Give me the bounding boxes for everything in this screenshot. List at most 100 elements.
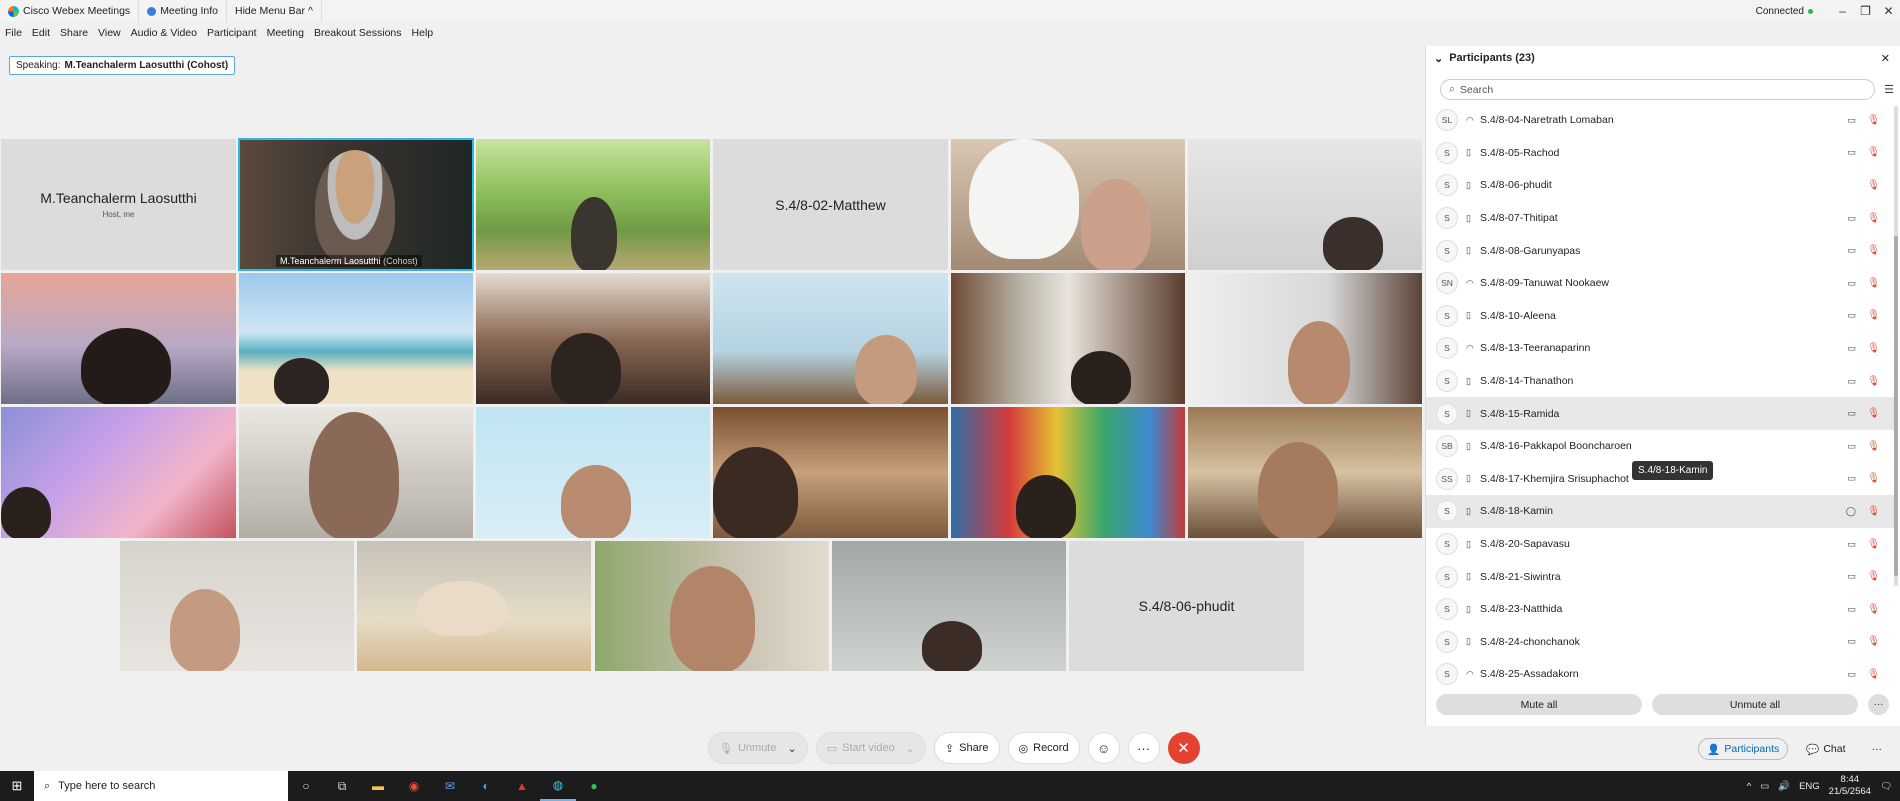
- start-video-button[interactable]: ▭ Start video ⌄: [815, 732, 926, 764]
- menu-edit[interactable]: Edit: [27, 27, 55, 39]
- tab-chat[interactable]: 💬 Chat: [1798, 738, 1853, 760]
- menu-help[interactable]: Help: [407, 27, 439, 39]
- chevron-up-icon[interactable]: ^: [1747, 781, 1751, 792]
- reactions-button[interactable]: ☺: [1087, 732, 1120, 764]
- video-tile[interactable]: [238, 272, 474, 405]
- video-tile[interactable]: [950, 406, 1186, 539]
- video-tile[interactable]: [712, 272, 949, 405]
- microphone-muted-icon[interactable]: 🎙: [1867, 539, 1880, 550]
- video-tile[interactable]: [238, 406, 474, 539]
- microphone-muted-icon[interactable]: 🎙: [1867, 115, 1880, 126]
- chevron-down-icon[interactable]: ⌄: [906, 742, 915, 755]
- participant-row[interactable]: SB ▯ S.4/8-16-Pakkapol Booncharoen ▭ 🎙: [1426, 430, 1894, 463]
- participants-header[interactable]: ⌄ Participants (23): [1426, 46, 1900, 70]
- video-camera-icon[interactable]: ▭: [1847, 408, 1856, 419]
- clock[interactable]: 8:44 21/5/2564: [1829, 774, 1871, 798]
- video-camera-icon[interactable]: ▭: [1847, 147, 1856, 158]
- tab-participants[interactable]: 👤 Participants: [1698, 738, 1789, 760]
- video-tile[interactable]: [475, 138, 711, 271]
- menu-file[interactable]: File: [0, 27, 27, 39]
- video-tile[interactable]: [1187, 272, 1423, 405]
- video-tile-active-speaker[interactable]: M.Teanchalerm Laosutthi (Cohost): [238, 138, 474, 271]
- video-tile-host[interactable]: M.Teanchalerm Laosutthi Host, me: [0, 138, 237, 271]
- video-camera-icon[interactable]: ▭: [1847, 245, 1856, 256]
- microphone-muted-icon[interactable]: 🎙: [1867, 669, 1880, 680]
- video-tile[interactable]: [475, 406, 711, 539]
- participant-search-input[interactable]: ⌕ Search: [1440, 79, 1875, 100]
- participant-row[interactable]: S ▯ S.4/8-10-Aleena ▭ 🎙: [1426, 300, 1894, 333]
- video-tile[interactable]: [712, 406, 949, 539]
- close-panel-button[interactable]: ✕: [1881, 52, 1890, 65]
- edge-icon[interactable]: ◐: [468, 771, 504, 801]
- menu-share[interactable]: Share: [55, 27, 93, 39]
- unmute-button[interactable]: 🎙 Unmute ⌄: [708, 732, 808, 764]
- video-camera-icon[interactable]: ▭: [1847, 473, 1856, 484]
- video-tile-phudit[interactable]: S.4/8-06-phudit: [1068, 540, 1305, 672]
- microphone-muted-icon[interactable]: 🎙: [1867, 376, 1880, 387]
- video-camera-icon[interactable]: ▭: [1847, 278, 1856, 289]
- video-tile[interactable]: [950, 138, 1186, 271]
- microphone-muted-icon[interactable]: 🎙: [1867, 408, 1880, 419]
- chrome-icon[interactable]: ◉: [396, 771, 432, 801]
- chevron-down-icon[interactable]: ⌄: [788, 742, 797, 755]
- menu-audio-video[interactable]: Audio & Video: [126, 27, 202, 39]
- participant-row[interactable]: S ▯ S.4/8-23-Natthida ▭ 🎙: [1426, 593, 1894, 626]
- restore-button[interactable]: ❐: [1854, 4, 1877, 18]
- participant-row[interactable]: S ▯ S.4/8-15-Ramida ▭ 🎙: [1426, 397, 1894, 430]
- microphone-muted-icon[interactable]: 🎙: [1867, 245, 1880, 256]
- video-tile[interactable]: [831, 540, 1067, 672]
- video-tile[interactable]: [119, 540, 355, 672]
- sort-icon[interactable]: ☰: [1884, 83, 1894, 96]
- record-button[interactable]: ◎ Record: [1007, 732, 1080, 764]
- participant-row[interactable]: S ◠ S.4/8-13-Teeranaparinn ▭ 🎙: [1426, 332, 1894, 365]
- microphone-muted-icon[interactable]: 🎙: [1867, 473, 1880, 484]
- video-tile[interactable]: [1187, 138, 1423, 271]
- microphone-muted-icon[interactable]: 🎙: [1867, 147, 1880, 158]
- microphone-muted-icon[interactable]: 🎙: [1867, 180, 1880, 191]
- notification-icon[interactable]: 🗨: [1880, 781, 1892, 792]
- video-camera-icon[interactable]: ▭: [1847, 441, 1856, 452]
- menu-breakout-sessions[interactable]: Breakout Sessions: [309, 27, 407, 39]
- video-tile[interactable]: [0, 406, 237, 539]
- volume-icon[interactable]: 🔊: [1778, 781, 1790, 792]
- participant-row[interactable]: S ▯ S.4/8-18-Kamin ◯ 🎙: [1426, 495, 1894, 528]
- participant-row[interactable]: S ▯ S.4/8-21-Siwintra ▭ 🎙: [1426, 560, 1894, 593]
- minimize-button[interactable]: –: [1831, 4, 1854, 18]
- video-tile[interactable]: [475, 272, 711, 405]
- participant-row[interactable]: S ▯ S.4/8-24-chonchanok ▭ 🎙: [1426, 626, 1894, 659]
- microphone-muted-icon[interactable]: 🎙: [1867, 506, 1880, 517]
- more-icon[interactable]: ···: [1868, 694, 1889, 715]
- mail-icon[interactable]: ✉: [432, 771, 468, 801]
- leave-meeting-button[interactable]: ✕: [1167, 732, 1200, 764]
- more-panels-button[interactable]: ···: [1864, 738, 1891, 760]
- video-camera-icon[interactable]: ▭: [1847, 376, 1856, 387]
- video-camera-icon[interactable]: ▭: [1847, 343, 1856, 354]
- participant-row[interactable]: S ▯ S.4/8-20-Sapavasu ▭ 🎙: [1426, 528, 1894, 561]
- participant-row[interactable]: SL ◠ S.4/8-04-Naretrath Lomaban ▭ 🎙: [1426, 104, 1894, 137]
- participant-row[interactable]: S ▯ S.4/8-05-Rachod ▭ 🎙: [1426, 137, 1894, 170]
- microphone-muted-icon[interactable]: 🎙: [1867, 213, 1880, 224]
- microphone-muted-icon[interactable]: 🎙: [1867, 604, 1880, 615]
- task-view-icon[interactable]: ⧉: [324, 771, 360, 801]
- mute-all-button[interactable]: Mute all: [1436, 694, 1642, 715]
- microphone-muted-icon[interactable]: 🎙: [1867, 343, 1880, 354]
- video-tile[interactable]: [1187, 406, 1423, 539]
- network-icon[interactable]: ▭: [1760, 781, 1769, 792]
- microphone-muted-icon[interactable]: 🎙: [1867, 571, 1880, 582]
- menu-view[interactable]: View: [93, 27, 126, 39]
- language-indicator[interactable]: ENG: [1799, 781, 1820, 792]
- participant-row[interactable]: S ▯ S.4/8-06-phudit 🎙: [1426, 169, 1894, 202]
- meeting-info-button[interactable]: Meeting Info: [139, 0, 227, 22]
- windows-start-icon[interactable]: ⊞: [0, 771, 34, 801]
- menu-participant[interactable]: Participant: [202, 27, 262, 39]
- scrollbar-thumb[interactable]: [1894, 236, 1898, 576]
- microphone-muted-icon[interactable]: 🎙: [1867, 636, 1880, 647]
- video-tile[interactable]: [594, 540, 830, 672]
- webex-taskbar-icon[interactable]: ◍: [540, 771, 576, 801]
- close-window-button[interactable]: ✕: [1877, 4, 1900, 18]
- file-explorer-icon[interactable]: ▬: [360, 771, 396, 801]
- video-camera-icon[interactable]: ▭: [1847, 115, 1856, 126]
- acrobat-icon[interactable]: ▲: [504, 771, 540, 801]
- video-tile[interactable]: [356, 540, 592, 672]
- microphone-muted-icon[interactable]: 🎙: [1867, 310, 1880, 321]
